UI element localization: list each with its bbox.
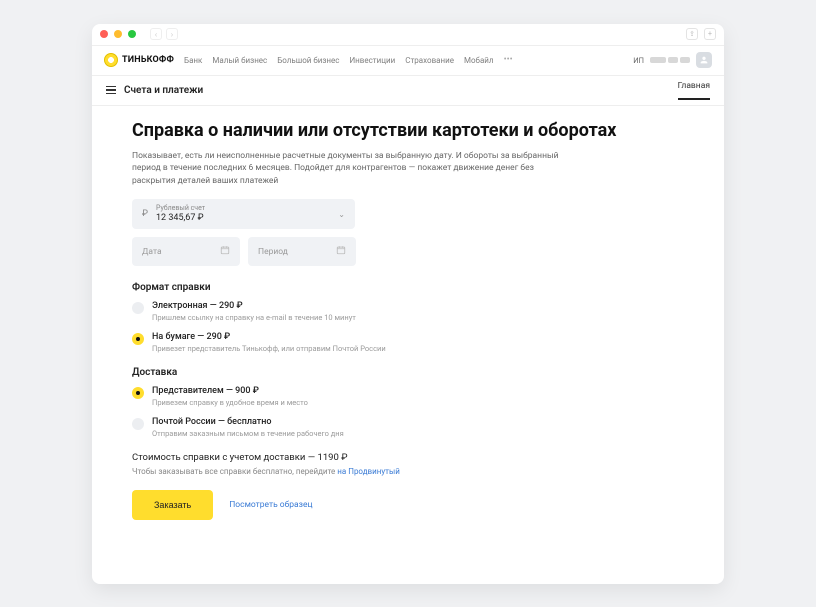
chevron-down-icon: ⌄ xyxy=(338,210,345,219)
page-title: Справка о наличии или отсутствии картоте… xyxy=(132,120,684,143)
nav-big-business[interactable]: Большой бизнес xyxy=(277,56,339,65)
nav-bank[interactable]: Банк xyxy=(184,56,202,65)
order-button[interactable]: Заказать xyxy=(132,490,213,520)
new-tab-icon[interactable]: + xyxy=(704,28,716,40)
avatar[interactable] xyxy=(696,52,712,68)
account-select[interactable]: ₽ Рублевый счет 12 345,67 ₽ ⌄ xyxy=(132,199,355,229)
format-option-electronic[interactable]: Электронная — 290 ₽ Пришлем ссылку на сп… xyxy=(132,301,684,322)
date-field[interactable]: Дата xyxy=(132,237,240,266)
titlebar: ‹ › ⇪ + xyxy=(92,24,724,46)
delivery-option-courier[interactable]: Представителем — 900 ₽ Привезем справку … xyxy=(132,386,684,407)
account-select-label: Рублевый счет xyxy=(156,205,330,213)
account-prefix: ИП xyxy=(633,56,644,65)
currency-icon: ₽ xyxy=(142,209,148,219)
total-line: Стоимость справки с учетом доставки — 11… xyxy=(132,452,684,463)
upgrade-plan-link[interactable]: на Продвинутый xyxy=(337,467,400,476)
radio-off-icon xyxy=(132,302,144,314)
period-placeholder: Период xyxy=(258,247,288,257)
minimize-window-icon[interactable] xyxy=(114,30,122,38)
format-option-paper[interactable]: На бумаге — 290 ₽ Привезет представитель… xyxy=(132,332,684,353)
top-nav: ТИНЬКОФФ Банк Малый бизнес Большой бизне… xyxy=(92,46,724,76)
brand[interactable]: ТИНЬКОФФ xyxy=(104,53,174,67)
nav-forward-icon[interactable]: › xyxy=(166,28,178,40)
brand-logo-icon xyxy=(104,53,118,67)
sub-nav: Счета и платежи Главная xyxy=(92,76,724,106)
calendar-icon xyxy=(220,245,230,258)
delivery-section: Доставка Представителем — 900 ₽ Привезем… xyxy=(132,367,684,438)
nav-more-icon[interactable]: ••• xyxy=(504,56,513,65)
view-sample-link[interactable]: Посмотреть образец xyxy=(229,500,312,510)
account-select-value: 12 345,67 ₽ xyxy=(156,213,330,224)
format-title: Формат справки xyxy=(132,282,684,293)
nav-small-business[interactable]: Малый бизнес xyxy=(212,56,267,65)
calendar-icon xyxy=(336,245,346,258)
delivery-option-post[interactable]: Почтой России — бесплатно Отправим заказ… xyxy=(132,417,684,438)
brand-name: ТИНЬКОФФ xyxy=(122,55,174,65)
format-section: Формат справки Электронная — 290 ₽ Пришл… xyxy=(132,282,684,353)
nav-back-icon[interactable]: ‹ xyxy=(150,28,162,40)
hamburger-icon[interactable] xyxy=(106,86,116,95)
radio-off-icon xyxy=(132,418,144,430)
close-window-icon[interactable] xyxy=(100,30,108,38)
delivery-title: Доставка xyxy=(132,367,684,378)
maximize-window-icon[interactable] xyxy=(128,30,136,38)
content: Справка о наличии или отсутствии картоте… xyxy=(92,106,724,584)
nav-insurance[interactable]: Страхование xyxy=(405,56,454,65)
period-field[interactable]: Период xyxy=(248,237,356,266)
radio-on-icon xyxy=(132,387,144,399)
nav-mobile[interactable]: Мобайл xyxy=(464,56,494,65)
page-lead: Показывает, есть ли неисполненные расчет… xyxy=(132,150,562,187)
account-widget[interactable]: ИП xyxy=(633,52,712,68)
subnav-title: Счета и платежи xyxy=(124,85,203,96)
browser-window: ‹ › ⇪ + ТИНЬКОФФ Банк Малый бизнес Больш… xyxy=(92,24,724,584)
account-name-redacted xyxy=(650,57,690,63)
tab-main[interactable]: Главная xyxy=(678,81,710,100)
share-icon[interactable]: ⇪ xyxy=(686,28,698,40)
nav-investments[interactable]: Инвестиции xyxy=(349,56,395,65)
total-sub: Чтобы заказывать все справки бесплатно, … xyxy=(132,467,684,476)
date-placeholder: Дата xyxy=(142,247,162,257)
radio-on-icon xyxy=(132,333,144,345)
